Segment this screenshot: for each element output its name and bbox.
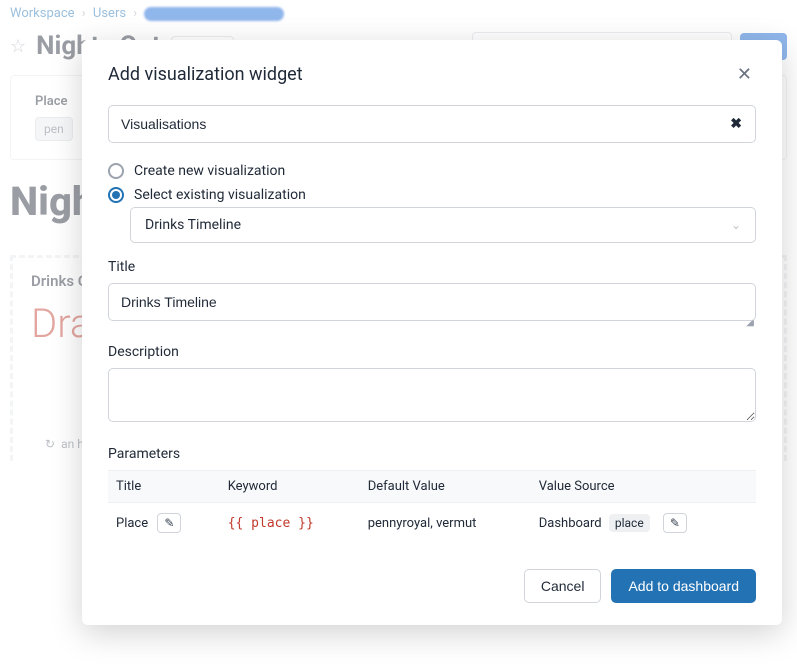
cancel-button[interactable]: Cancel (524, 569, 602, 603)
param-source-prefix: Dashboard (539, 516, 602, 531)
visualization-search-input[interactable] (108, 105, 756, 143)
widget-title-input[interactable] (108, 283, 756, 321)
col-keyword: Keyword (220, 471, 360, 503)
title-field-label: Title (108, 259, 756, 275)
close-icon[interactable]: ✕ (733, 62, 756, 87)
add-to-dashboard-button[interactable]: Add to dashboard (611, 569, 756, 603)
table-row: Place ✎ {{ place }} pennyroyal, vermut D… (108, 503, 756, 544)
radio-icon (108, 187, 124, 203)
param-default: pennyroyal, vermut (368, 516, 477, 531)
col-source: Value Source (531, 471, 756, 503)
mode-radio-group: Create new visualization Select existing… (108, 159, 756, 243)
radio-label: Create new visualization (134, 163, 285, 179)
parameters-table: Title Keyword Default Value Value Source… (108, 470, 756, 543)
param-source-badge: place (609, 514, 650, 532)
param-keyword: {{ place }} (228, 516, 314, 531)
radio-select-existing[interactable]: Select existing visualization (108, 183, 756, 207)
col-title: Title (108, 471, 220, 503)
radio-label: Select existing visualization (134, 187, 306, 203)
param-title: Place (116, 516, 148, 531)
radio-create-new[interactable]: Create new visualization (108, 159, 756, 183)
modal-title: Add visualization widget (108, 64, 303, 85)
edit-source-button[interactable]: ✎ (663, 513, 687, 533)
description-input[interactable] (108, 368, 756, 422)
add-visualization-modal: Add visualization widget ✕ ✖ Create new … (82, 40, 782, 625)
table-header-row: Title Keyword Default Value Value Source (108, 471, 756, 503)
edit-title-button[interactable]: ✎ (157, 513, 181, 533)
col-default: Default Value (360, 471, 531, 503)
parameters-label: Parameters (108, 446, 756, 462)
existing-visualization-select[interactable]: Drinks Timeline ⌄ (130, 207, 756, 243)
select-value: Drinks Timeline (145, 217, 241, 233)
clear-icon[interactable]: ✖ (730, 116, 742, 132)
pencil-icon: ✎ (164, 516, 174, 530)
pencil-icon: ✎ (670, 516, 680, 530)
radio-icon (108, 163, 124, 179)
chevron-down-icon: ⌄ (731, 218, 741, 232)
description-field-label: Description (108, 344, 756, 360)
